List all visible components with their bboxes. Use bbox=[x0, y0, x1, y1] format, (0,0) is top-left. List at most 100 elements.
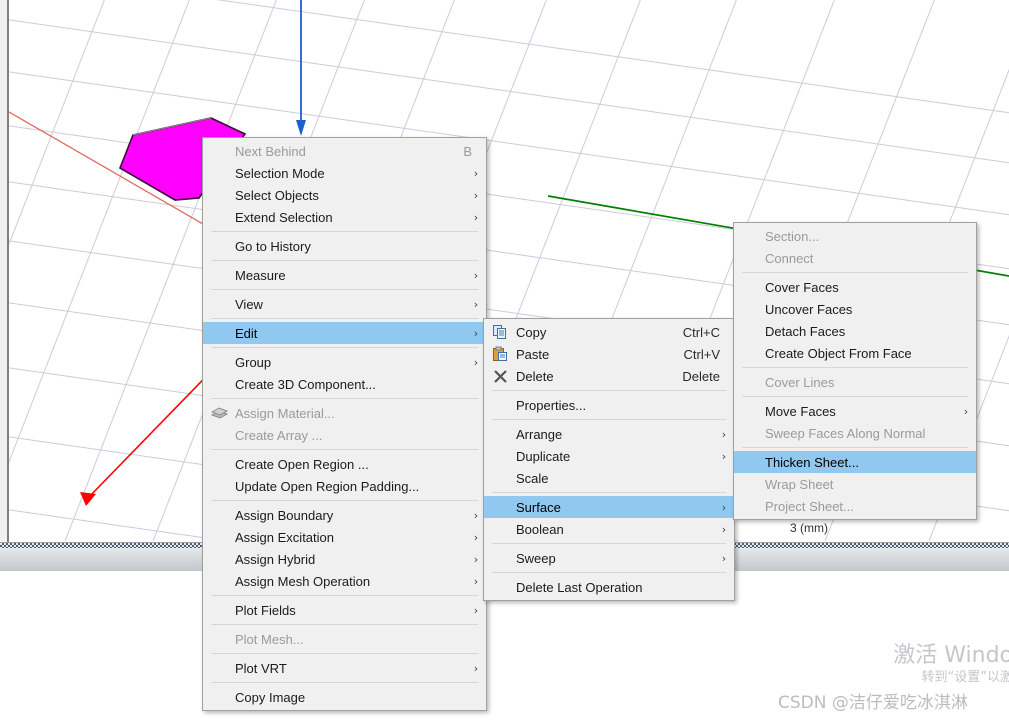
menu-item-edit[interactable]: Edit › bbox=[203, 322, 486, 344]
menu-item-select-objects[interactable]: Select Objects › bbox=[203, 184, 486, 206]
menu-item-selection-mode[interactable]: Selection Mode › bbox=[203, 162, 486, 184]
material-icon bbox=[203, 402, 235, 424]
menu-icon-placeholder bbox=[203, 264, 235, 286]
menu-item-label: Extend Selection bbox=[235, 209, 333, 225]
menu-separator bbox=[492, 543, 726, 544]
chevron-right-icon: › bbox=[473, 661, 479, 675]
menu-item-copy[interactable]: Copy Ctrl+C bbox=[484, 321, 734, 343]
menu-item-scale[interactable]: Scale bbox=[484, 467, 734, 489]
menu-item-boolean[interactable]: Boolean › bbox=[484, 518, 734, 540]
menu-item-plot-fields[interactable]: Plot Fields › bbox=[203, 599, 486, 621]
menu-item-label: Plot Mesh... bbox=[235, 631, 304, 647]
menu-separator bbox=[492, 419, 726, 420]
delete-icon bbox=[493, 369, 507, 383]
menu-item-label: Selection Mode bbox=[235, 165, 325, 181]
menu-item-label: Surface bbox=[516, 499, 561, 515]
chevron-right-icon: › bbox=[473, 188, 479, 202]
menu-separator bbox=[211, 682, 478, 683]
menu-item-create-open-region[interactable]: Create Open Region ... bbox=[203, 453, 486, 475]
menu-item-cover-faces[interactable]: Cover Faces bbox=[734, 276, 976, 298]
menu-item-extend-selection[interactable]: Extend Selection › bbox=[203, 206, 486, 228]
menu-separator bbox=[492, 492, 726, 493]
menu-item-group[interactable]: Group › bbox=[203, 351, 486, 373]
chevron-right-icon: › bbox=[473, 297, 479, 311]
menu-item-assign-material: Assign Material... bbox=[203, 402, 486, 424]
menu-item-shortcut: Ctrl+C bbox=[682, 324, 720, 340]
menu-item-create-object-from-face[interactable]: Create Object From Face bbox=[734, 342, 976, 364]
menu-icon-placeholder bbox=[203, 686, 235, 708]
chevron-right-icon: › bbox=[473, 268, 479, 282]
menu-icon-placeholder bbox=[484, 394, 516, 416]
menu-item-measure[interactable]: Measure › bbox=[203, 264, 486, 286]
menu-item-label: Create Array ... bbox=[235, 427, 323, 443]
menu-item-label: Section... bbox=[765, 228, 820, 244]
menu-item-detach-faces[interactable]: Detach Faces bbox=[734, 320, 976, 342]
menu-item-properties[interactable]: Properties... bbox=[484, 394, 734, 416]
menu-item-go-to-history[interactable]: Go to History bbox=[203, 235, 486, 257]
menu-icon-placeholder bbox=[484, 547, 516, 569]
menu-item-label: View bbox=[235, 296, 263, 312]
menu-icon-placeholder bbox=[203, 235, 235, 257]
menu-item-view[interactable]: View › bbox=[203, 293, 486, 315]
menu-separator bbox=[742, 272, 968, 273]
menu-item-label: Cover Lines bbox=[765, 374, 835, 390]
menu-item-label: Paste bbox=[516, 346, 550, 362]
menu-item-copy-image[interactable]: Copy Image bbox=[203, 686, 486, 708]
menu-item-surface[interactable]: Surface › bbox=[484, 496, 734, 518]
menu-item-delete[interactable]: Delete Delete bbox=[484, 365, 734, 387]
menu-item-assign-mesh-operation[interactable]: Assign Mesh Operation › bbox=[203, 570, 486, 592]
menu-item-sweep[interactable]: Sweep › bbox=[484, 547, 734, 569]
menu-separator bbox=[211, 347, 478, 348]
copy-icon bbox=[493, 325, 506, 339]
menu-item-label: Group bbox=[235, 354, 272, 370]
menu-item-label: Detach Faces bbox=[765, 323, 846, 339]
menu-item-label: Create Open Region ... bbox=[235, 456, 369, 472]
menu-item-plot-mesh: Plot Mesh... bbox=[203, 628, 486, 650]
menu-item-paste[interactable]: Paste Ctrl+V bbox=[484, 343, 734, 365]
context-menu-root: Next Behind B Selection Mode › Select Object… bbox=[202, 137, 487, 711]
menu-item-uncover-faces[interactable]: Uncover Faces bbox=[734, 298, 976, 320]
menu-item-label: Duplicate bbox=[516, 448, 571, 464]
chevron-right-icon: › bbox=[473, 166, 479, 180]
paste-icon bbox=[484, 343, 516, 365]
menu-item-create-3d-component[interactable]: Create 3D Component... bbox=[203, 373, 486, 395]
menu-icon-placeholder bbox=[203, 373, 235, 395]
menu-item-update-open-region-padding[interactable]: Update Open Region Padding... bbox=[203, 475, 486, 497]
menu-icon-placeholder bbox=[203, 548, 235, 570]
menu-icon-placeholder bbox=[484, 467, 516, 489]
menu-item-plot-vrt[interactable]: Plot VRT › bbox=[203, 657, 486, 679]
menu-item-duplicate[interactable]: Duplicate › bbox=[484, 445, 734, 467]
menu-icon-placeholder bbox=[203, 570, 235, 592]
menu-item-move-faces[interactable]: Move Faces › bbox=[734, 400, 976, 422]
menu-icon-placeholder bbox=[203, 184, 235, 206]
menu-item-arrange[interactable]: Arrange › bbox=[484, 423, 734, 445]
chevron-right-icon: › bbox=[963, 404, 969, 418]
menu-item-label: Connect bbox=[765, 250, 814, 266]
menu-icon-placeholder bbox=[484, 445, 516, 467]
menu-item-assign-excitation[interactable]: Assign Excitation › bbox=[203, 526, 486, 548]
menu-icon-placeholder bbox=[484, 518, 516, 540]
menu-item-shortcut: B bbox=[463, 143, 472, 159]
menu-item-delete-last-operation[interactable]: Delete Last Operation bbox=[484, 576, 734, 598]
menu-item-label: Arrange bbox=[516, 426, 563, 442]
menu-item-assign-boundary[interactable]: Assign Boundary › bbox=[203, 504, 486, 526]
chevron-right-icon: › bbox=[721, 522, 727, 536]
menu-item-label: Create 3D Component... bbox=[235, 376, 376, 392]
menu-icon-placeholder bbox=[203, 424, 235, 446]
menu-item-thicken-sheet[interactable]: Thicken Sheet... bbox=[734, 451, 976, 473]
menu-separator bbox=[211, 595, 478, 596]
menu-item-assign-hybrid[interactable]: Assign Hybrid › bbox=[203, 548, 486, 570]
menu-item-label: Plot VRT bbox=[235, 660, 287, 676]
chevron-right-icon: › bbox=[473, 603, 479, 617]
menu-icon-placeholder bbox=[484, 576, 516, 598]
menu-icon-placeholder bbox=[203, 206, 235, 228]
menu-separator bbox=[211, 398, 478, 399]
menu-item-label: Cover Faces bbox=[765, 279, 839, 295]
menu-icon-placeholder bbox=[203, 453, 235, 475]
menu-item-sweep-faces-along-normal: Sweep Faces Along Normal bbox=[734, 422, 976, 444]
axis-z-arrow bbox=[296, 120, 306, 136]
menu-item-label: Assign Boundary bbox=[235, 507, 334, 523]
menu-item-label: Move Faces bbox=[765, 403, 836, 419]
menu-item-label: Measure bbox=[235, 267, 286, 283]
submenu-surface: Section... Connect Cover Faces Uncover Face… bbox=[733, 222, 977, 520]
